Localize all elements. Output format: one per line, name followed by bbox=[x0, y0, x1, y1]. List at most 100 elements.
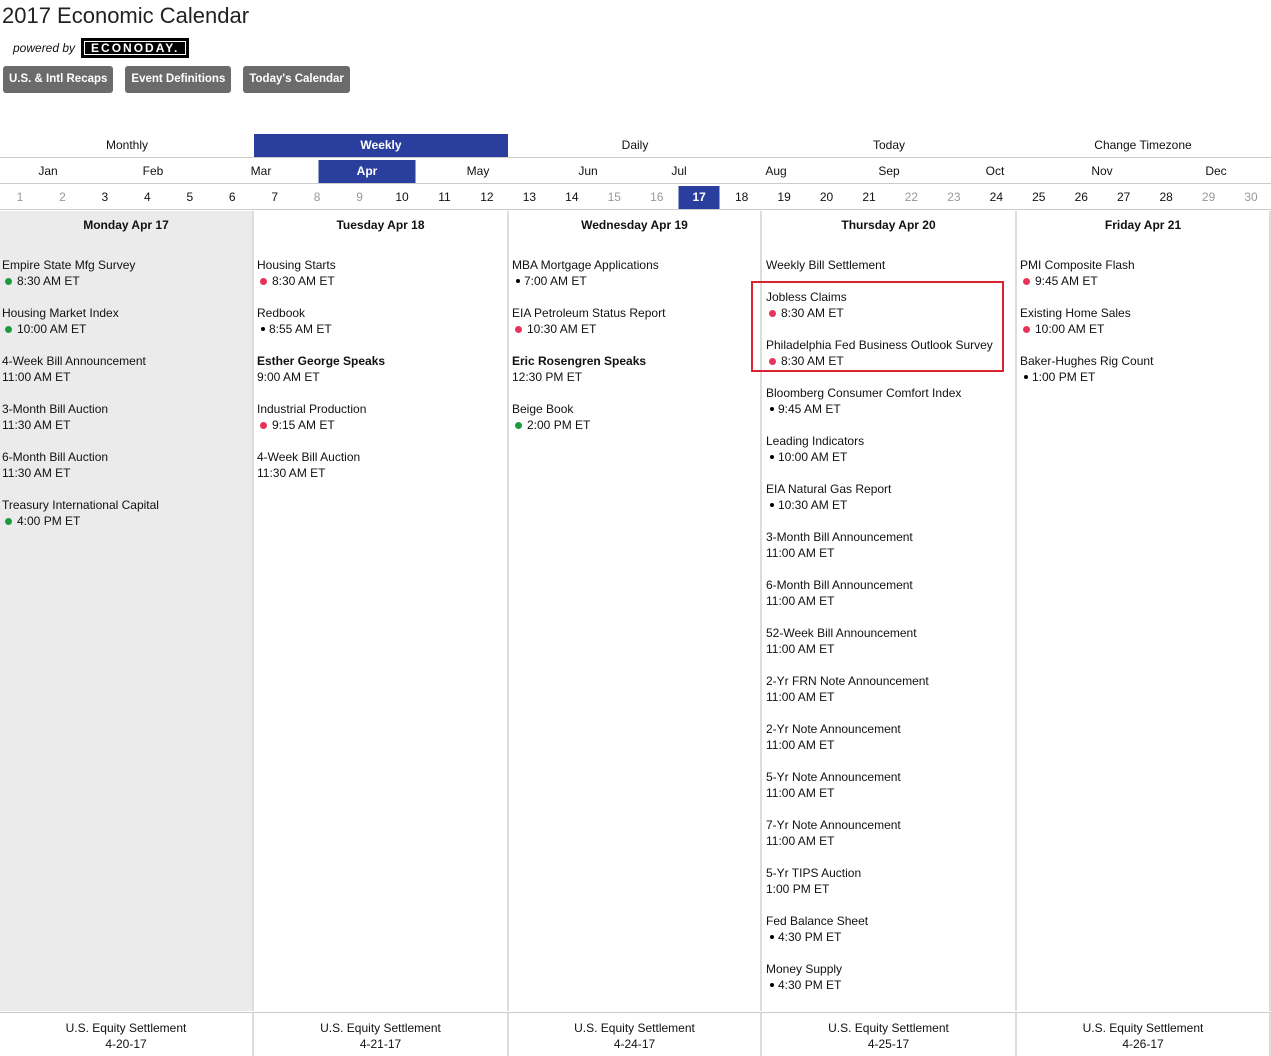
event-name[interactable]: Jobless Claims bbox=[766, 289, 1013, 305]
event-name[interactable]: 4-Week Bill Auction bbox=[257, 449, 505, 465]
event-item[interactable]: Housing Market Index 10:00 AM ET bbox=[2, 305, 250, 353]
day-11[interactable]: 11 bbox=[430, 186, 460, 209]
day-19[interactable]: 19 bbox=[769, 186, 799, 209]
event-name[interactable]: 6-Month Bill Auction bbox=[2, 449, 250, 465]
event-name[interactable]: Baker-Hughes Rig Count bbox=[1020, 353, 1267, 369]
day-29[interactable]: 29 bbox=[1194, 186, 1224, 209]
day-5[interactable]: 5 bbox=[175, 186, 205, 209]
todays-calendar-button[interactable]: Today's Calendar bbox=[243, 66, 350, 93]
day-column-heading[interactable]: Wednesday Apr 19 bbox=[509, 211, 760, 232]
event-name[interactable]: PMI Composite Flash bbox=[1020, 257, 1267, 273]
event-item[interactable]: EIA Natural Gas Report 10:30 AM ET bbox=[766, 481, 1013, 529]
event-name[interactable]: 2-Yr FRN Note Announcement bbox=[766, 673, 1013, 689]
event-item[interactable]: Housing Starts 8:30 AM ET bbox=[257, 257, 505, 305]
event-name[interactable]: 4-Week Bill Announcement bbox=[2, 353, 250, 369]
event-item[interactable]: Baker-Hughes Rig Count 1:00 PM ET bbox=[1020, 353, 1267, 401]
event-name[interactable]: Beige Book bbox=[512, 401, 758, 417]
event-name[interactable]: Industrial Production bbox=[257, 401, 505, 417]
event-name[interactable]: Fed Balance Sheet bbox=[766, 913, 1013, 929]
event-name[interactable]: Weekly Bill Settlement bbox=[766, 257, 1013, 273]
day-column-heading[interactable]: Friday Apr 21 bbox=[1017, 211, 1269, 232]
event-item[interactable]: Esther George Speaks 9:00 AM ET bbox=[257, 353, 505, 401]
settlement-label[interactable]: U.S. Equity Settlement bbox=[0, 1020, 252, 1036]
event-item[interactable]: 3-Month Bill Auction 11:30 AM ET bbox=[2, 401, 250, 449]
day-16[interactable]: 16 bbox=[642, 186, 672, 209]
event-name[interactable]: Eric Rosengren Speaks bbox=[512, 353, 758, 369]
event-name[interactable]: 5-Yr TIPS Auction bbox=[766, 865, 1013, 881]
tab-daily[interactable]: Daily bbox=[508, 134, 762, 157]
event-item[interactable]: Beige Book 2:00 PM ET bbox=[512, 401, 758, 449]
settlement-label[interactable]: U.S. Equity Settlement bbox=[1017, 1020, 1269, 1036]
month-apr[interactable]: Apr bbox=[318, 160, 416, 183]
event-item[interactable]: Leading Indicators 10:00 AM ET bbox=[766, 433, 1013, 481]
day-24[interactable]: 24 bbox=[981, 186, 1011, 209]
day-28[interactable]: 28 bbox=[1151, 186, 1181, 209]
day-3[interactable]: 3 bbox=[90, 186, 120, 209]
event-name[interactable]: 3-Month Bill Auction bbox=[2, 401, 250, 417]
day-10[interactable]: 10 bbox=[387, 186, 417, 209]
event-item[interactable]: 4-Week Bill Announcement 11:00 AM ET bbox=[2, 353, 250, 401]
day-21[interactable]: 21 bbox=[854, 186, 884, 209]
event-name[interactable]: 7-Yr Note Announcement bbox=[766, 817, 1013, 833]
day-27[interactable]: 27 bbox=[1109, 186, 1139, 209]
event-item[interactable]: Eric Rosengren Speaks 12:30 PM ET bbox=[512, 353, 758, 401]
event-name[interactable]: 6-Month Bill Announcement bbox=[766, 577, 1013, 593]
month-oct[interactable]: Oct bbox=[982, 160, 1009, 183]
day-4[interactable]: 4 bbox=[132, 186, 162, 209]
event-item[interactable]: Jobless Claims 8:30 AM ET bbox=[766, 289, 1013, 337]
month-jun[interactable]: Jun bbox=[574, 160, 601, 183]
month-sep[interactable]: Sep bbox=[874, 160, 903, 183]
settlement-label[interactable]: U.S. Equity Settlement bbox=[254, 1020, 507, 1036]
day-column-heading[interactable]: Thursday Apr 20 bbox=[762, 211, 1015, 232]
day-25[interactable]: 25 bbox=[1024, 186, 1054, 209]
day-14[interactable]: 14 bbox=[557, 186, 587, 209]
event-item[interactable]: Existing Home Sales 10:00 AM ET bbox=[1020, 305, 1267, 353]
event-item[interactable]: 3-Month Bill Announcement 11:00 AM ET bbox=[766, 529, 1013, 577]
day-1[interactable]: 1 bbox=[5, 186, 35, 209]
event-name[interactable]: Esther George Speaks bbox=[257, 353, 505, 369]
event-item[interactable]: Philadelphia Fed Business Outlook Survey… bbox=[766, 337, 1013, 385]
day-30[interactable]: 30 bbox=[1236, 186, 1266, 209]
month-jan[interactable]: Jan bbox=[34, 160, 61, 183]
day-13[interactable]: 13 bbox=[514, 186, 544, 209]
event-item[interactable]: Money Supply 4:30 PM ET bbox=[766, 961, 1013, 1009]
event-name[interactable]: Bloomberg Consumer Comfort Index bbox=[766, 385, 1013, 401]
day-18[interactable]: 18 bbox=[727, 186, 757, 209]
day-6[interactable]: 6 bbox=[217, 186, 247, 209]
event-item[interactable]: MBA Mortgage Applications 7:00 AM ET bbox=[512, 257, 758, 305]
event-item[interactable]: 6-Month Bill Announcement 11:00 AM ET bbox=[766, 577, 1013, 625]
event-item[interactable]: 7-Yr Note Announcement 11:00 AM ET bbox=[766, 817, 1013, 865]
day-17[interactable]: 17 bbox=[678, 186, 720, 209]
event-item[interactable]: 6-Month Bill Auction 11:30 AM ET bbox=[2, 449, 250, 497]
event-name[interactable]: Leading Indicators bbox=[766, 433, 1013, 449]
day-9[interactable]: 9 bbox=[345, 186, 375, 209]
recaps-button[interactable]: U.S. & Intl Recaps bbox=[3, 66, 114, 93]
month-jul[interactable]: Jul bbox=[667, 160, 690, 183]
event-definitions-button[interactable]: Event Definitions bbox=[125, 66, 232, 93]
event-name[interactable]: EIA Natural Gas Report bbox=[766, 481, 1013, 497]
day-column-heading[interactable]: Tuesday Apr 18 bbox=[254, 211, 507, 232]
event-name[interactable]: Philadelphia Fed Business Outlook Survey bbox=[766, 337, 1013, 353]
event-item[interactable]: Redbook 8:55 AM ET bbox=[257, 305, 505, 353]
event-item[interactable]: 4-Week Bill Auction 11:30 AM ET bbox=[257, 449, 505, 497]
event-item[interactable]: 5-Yr TIPS Auction 1:00 PM ET bbox=[766, 865, 1013, 913]
tab-change-timezone[interactable]: Change Timezone bbox=[1016, 134, 1270, 157]
event-name[interactable]: Empire State Mfg Survey bbox=[2, 257, 250, 273]
month-feb[interactable]: Feb bbox=[139, 160, 168, 183]
event-name[interactable]: MBA Mortgage Applications bbox=[512, 257, 758, 273]
event-item[interactable]: Weekly Bill Settlement bbox=[766, 257, 1013, 289]
month-nov[interactable]: Nov bbox=[1087, 160, 1116, 183]
event-item[interactable]: 52-Week Bill Announcement 11:00 AM ET bbox=[766, 625, 1013, 673]
month-dec[interactable]: Dec bbox=[1201, 160, 1230, 183]
event-name[interactable]: Housing Starts bbox=[257, 257, 505, 273]
event-name[interactable]: 3-Month Bill Announcement bbox=[766, 529, 1013, 545]
tab-today[interactable]: Today bbox=[762, 134, 1016, 157]
day-12[interactable]: 12 bbox=[472, 186, 502, 209]
event-item[interactable]: Fed Balance Sheet 4:30 PM ET bbox=[766, 913, 1013, 961]
event-name[interactable]: Existing Home Sales bbox=[1020, 305, 1267, 321]
month-may[interactable]: May bbox=[463, 160, 494, 183]
event-item[interactable]: 2-Yr Note Announcement 11:00 AM ET bbox=[766, 721, 1013, 769]
event-name[interactable]: Treasury International Capital bbox=[2, 497, 250, 513]
day-23[interactable]: 23 bbox=[939, 186, 969, 209]
day-26[interactable]: 26 bbox=[1066, 186, 1096, 209]
